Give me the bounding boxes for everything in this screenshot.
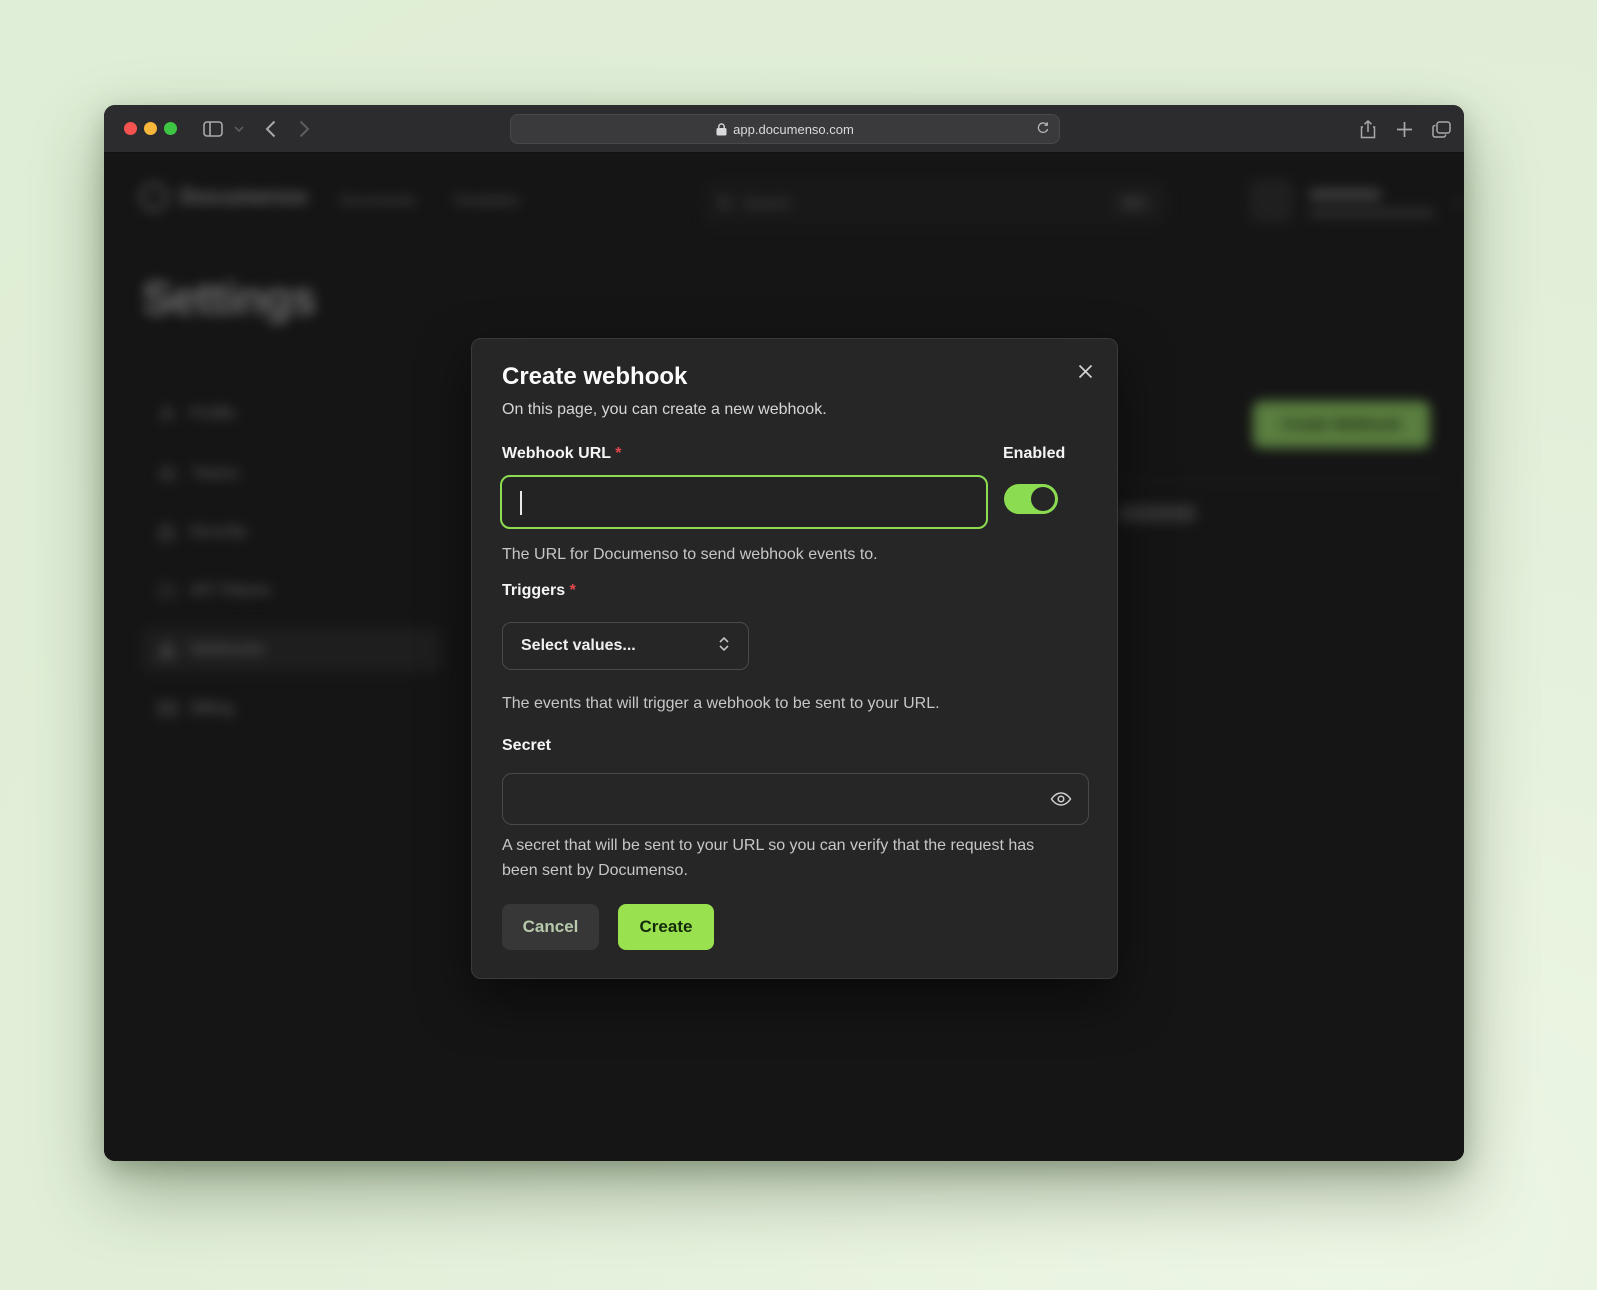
required-marker: * <box>570 582 576 599</box>
address-bar[interactable]: app.documenso.com <box>510 114 1060 144</box>
lock-icon <box>716 123 727 136</box>
text-caret <box>520 491 522 515</box>
secret-field[interactable] <box>502 773 1089 825</box>
secret-label: Secret <box>502 737 551 755</box>
secret-helper: A secret that will be sent to your URL s… <box>502 833 1037 883</box>
triggers-label: Triggers * <box>502 582 576 600</box>
zoom-window-button[interactable] <box>164 122 177 135</box>
enabled-toggle[interactable] <box>1004 484 1058 514</box>
url-text: app.documenso.com <box>733 122 854 137</box>
tab-overview-icon[interactable] <box>1426 105 1456 153</box>
select-chevrons-icon <box>718 636 730 657</box>
back-icon[interactable] <box>258 105 282 153</box>
share-icon[interactable] <box>1354 105 1382 153</box>
forward-icon[interactable] <box>292 105 316 153</box>
triggers-helper: The events that will trigger a webhook t… <box>502 691 940 716</box>
chevron-down-icon[interactable] <box>230 105 248 153</box>
browser-toolbar: app.documenso.com <box>104 105 1464 153</box>
webhook-url-field[interactable] <box>500 475 988 529</box>
enabled-label: Enabled <box>1003 445 1065 463</box>
new-tab-icon[interactable] <box>1390 105 1418 153</box>
triggers-select[interactable]: Select values... <box>502 622 749 670</box>
close-window-button[interactable] <box>124 122 137 135</box>
webhook-url-helper: The URL for Documenso to send webhook ev… <box>502 542 878 567</box>
minimize-window-button[interactable] <box>144 122 157 135</box>
reload-icon[interactable] <box>1036 120 1050 139</box>
required-marker: * <box>615 445 621 462</box>
eye-icon[interactable] <box>1050 788 1072 815</box>
traffic-lights <box>124 122 177 135</box>
toggle-knob <box>1031 487 1055 511</box>
triggers-select-value: Select values... <box>521 637 636 655</box>
browser-window: app.documenso.com Docu <box>104 105 1464 1161</box>
webhook-url-label: Webhook URL * <box>502 445 621 463</box>
create-button[interactable]: Create <box>618 904 714 950</box>
dialog-title: Create webhook <box>502 363 687 391</box>
create-webhook-dialog: Create webhook On this page, you can cre… <box>471 338 1118 979</box>
sidebar-toggle-icon[interactable] <box>198 105 228 153</box>
cancel-button[interactable]: Cancel <box>502 904 599 950</box>
page-viewport: Documenso Documents Templates Search ⌘K … <box>104 153 1464 1161</box>
close-icon[interactable] <box>1075 361 1095 381</box>
dialog-description: On this page, you can create a new webho… <box>502 401 827 419</box>
